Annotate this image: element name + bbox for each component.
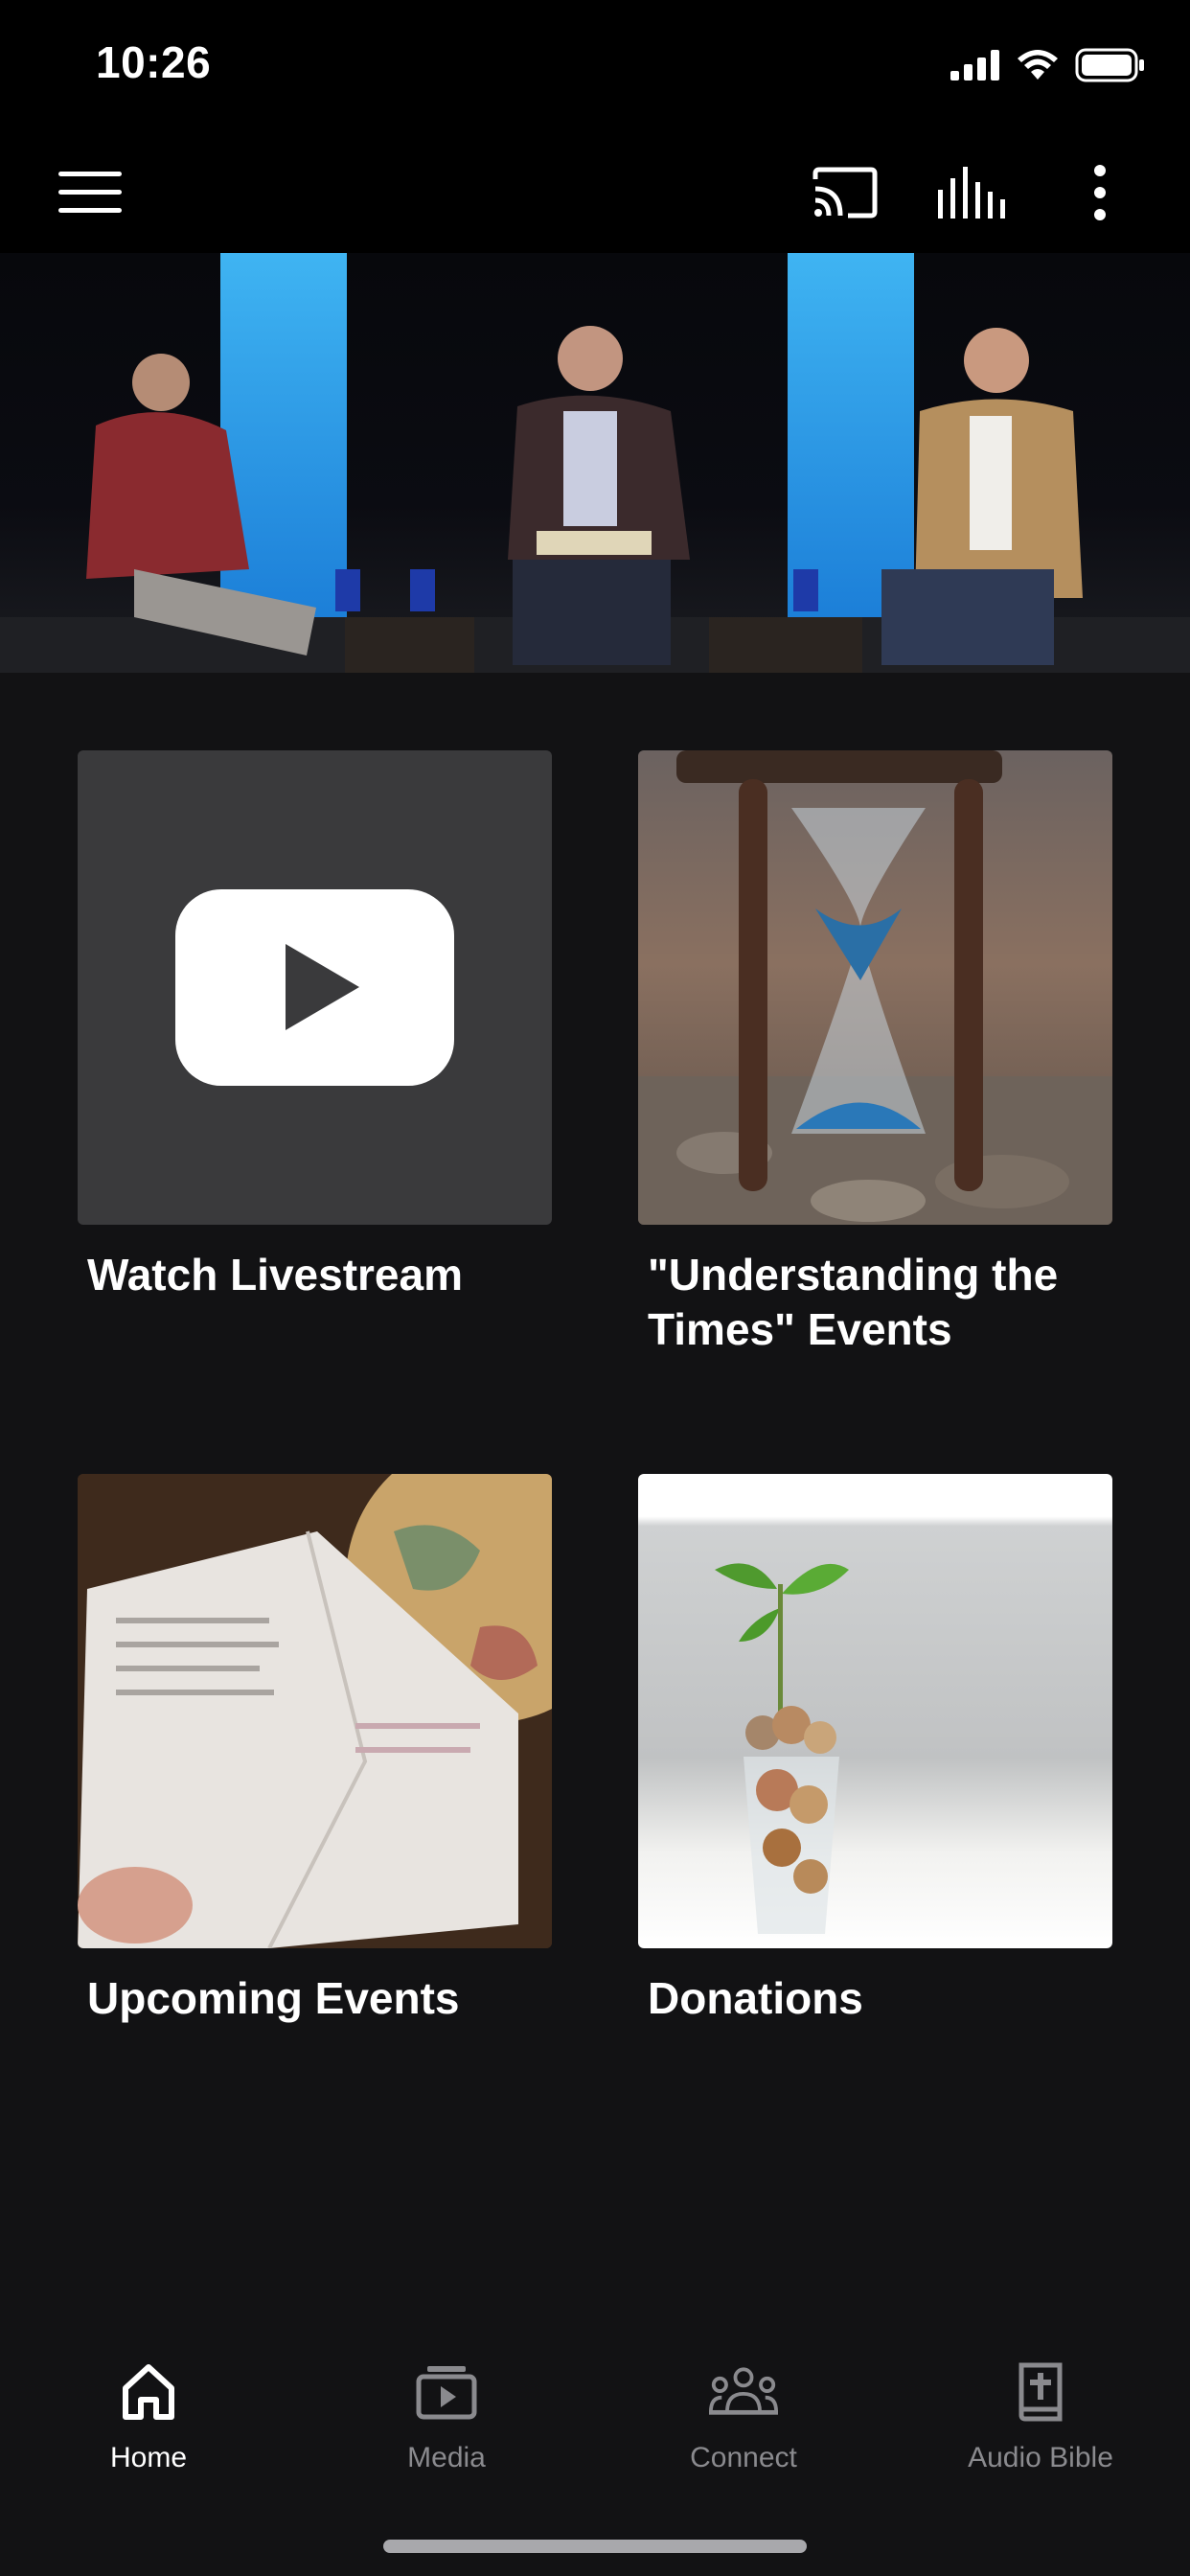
- tile-watch-livestream[interactable]: Watch Livestream: [78, 750, 552, 1302]
- tile-label: "Understanding the Times" Events: [648, 1250, 1059, 1354]
- nav-label-audio-bible: Audio Bible: [968, 2442, 1113, 2473]
- tile-donations[interactable]: Donations: [638, 1474, 1112, 2026]
- status-bar: 10:26: [0, 0, 1190, 134]
- tile-label: Watch Livestream: [87, 1250, 463, 1300]
- nav-label-home: Home: [109, 2442, 188, 2473]
- bible-globe-image: [78, 1474, 552, 1948]
- audio-bars-icon[interactable]: [937, 161, 1006, 224]
- nav-label-media: Media: [407, 2442, 486, 2473]
- status-icons: [950, 48, 1146, 82]
- cast-icon[interactable]: [811, 161, 880, 224]
- top-toolbar: [0, 134, 1190, 253]
- battery-icon: [1075, 48, 1144, 82]
- tile-understanding-the-times[interactable]: "Understanding the Times" Events: [638, 750, 1112, 1357]
- hero-banner[interactable]: [0, 253, 1190, 673]
- tile-label: Donations: [648, 1973, 863, 2023]
- home-icon: [114, 2358, 183, 2426]
- nav-item-home[interactable]: Home: [24, 2358, 273, 2474]
- youtube-play-icon: [78, 750, 552, 1225]
- bible-icon: [1006, 2358, 1075, 2426]
- tile-label: Upcoming Events: [87, 1973, 460, 2023]
- nav-item-audio-bible[interactable]: Audio Bible: [916, 2358, 1165, 2474]
- coin-jar-plant-image: [638, 1474, 1112, 1948]
- connect-icon: [709, 2358, 778, 2426]
- status-time: 10:26: [96, 37, 212, 87]
- nav-label-connect: Connect: [690, 2442, 797, 2473]
- nav-item-media[interactable]: Media: [322, 2358, 571, 2474]
- tile-upcoming-events[interactable]: Upcoming Events: [78, 1474, 552, 2026]
- bottom-nav: Home Media Connect Audio Bible: [0, 2319, 1190, 2576]
- stage-photo: [0, 253, 1190, 673]
- media-icon: [412, 2358, 481, 2426]
- hourglass-image: [638, 750, 1112, 1225]
- more-vert-icon[interactable]: [1065, 161, 1134, 224]
- nav-item-connect[interactable]: Connect: [619, 2358, 868, 2474]
- wifi-icon: [1018, 50, 1058, 80]
- menu-icon[interactable]: [56, 161, 125, 224]
- signal-icon: [950, 50, 999, 80]
- home-indicator: [383, 2540, 807, 2553]
